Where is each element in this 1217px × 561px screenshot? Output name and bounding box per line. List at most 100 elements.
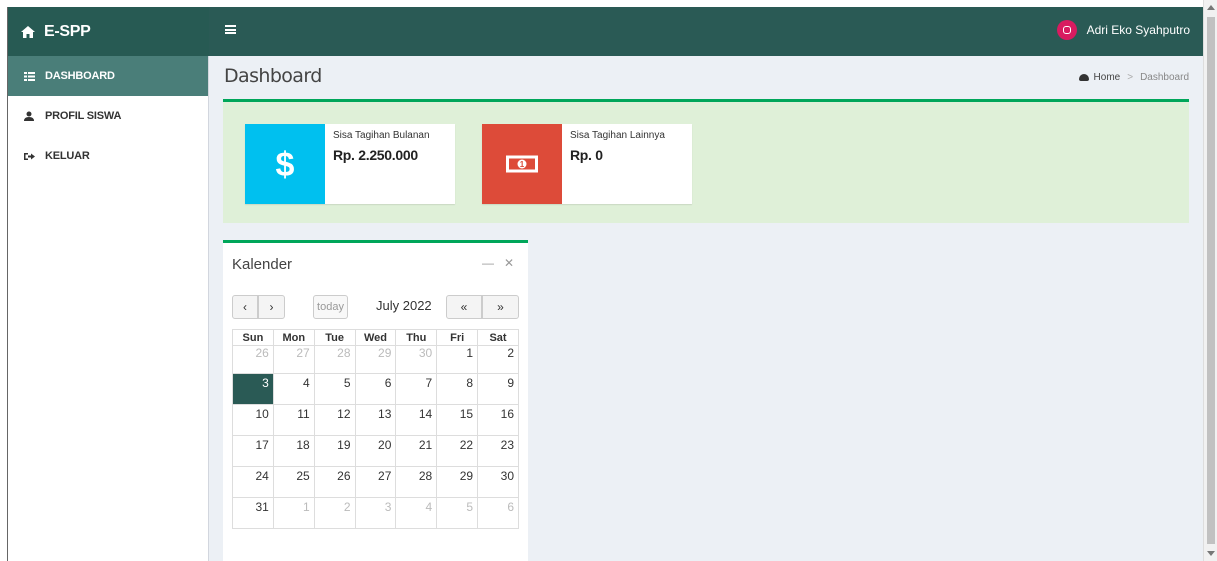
scroll-down-icon[interactable]: [1207, 551, 1215, 556]
calendar-day[interactable]: 8: [436, 373, 479, 405]
app-logo[interactable]: E-SPP: [8, 7, 209, 56]
next-month-button[interactable]: ›: [258, 295, 285, 319]
calendar-day[interactable]: 29: [436, 466, 479, 498]
info-box-other: 1 Sisa Tagihan Lainnya Rp. 0: [482, 124, 692, 204]
calendar-day[interactable]: 2: [313, 497, 356, 529]
today-button[interactable]: today: [313, 295, 348, 319]
home-icon: [21, 25, 35, 38]
calendar-day[interactable]: 17: [232, 435, 274, 467]
calendar-day[interactable]: 22: [436, 435, 479, 467]
calendar-day[interactable]: 13: [354, 404, 397, 436]
breadcrumb: Home > Dashboard: [1078, 72, 1189, 83]
calendar-day[interactable]: 20: [354, 435, 397, 467]
breadcrumb-current: Dashboard: [1140, 72, 1189, 83]
calendar-day[interactable]: 1: [272, 497, 315, 529]
calendar-month: July 2022: [376, 298, 432, 313]
sidebar-item-profil-siswa[interactable]: PROFIL SISWA: [8, 96, 208, 136]
weekday-label: Sat: [477, 329, 519, 346]
calendar-title: Kalender: [232, 256, 293, 273]
calendar-day[interactable]: 25: [272, 466, 315, 498]
calendar-day[interactable]: 11: [272, 404, 315, 436]
weekday-label: Fri: [436, 329, 479, 346]
calendar-day[interactable]: 10: [232, 404, 274, 436]
weekday-label: Wed: [354, 329, 397, 346]
calendar-day[interactable]: 1: [436, 345, 479, 374]
calendar-toolbar: ‹ › today July 2022 « »: [232, 295, 519, 319]
summary-panel: $ Sisa Tagihan Bulanan Rp. 2.250.000 1 S…: [223, 99, 1189, 223]
calendar-day[interactable]: 29: [354, 345, 397, 374]
weekday-label: Tue: [313, 329, 356, 346]
calendar-day[interactable]: 3: [232, 373, 274, 405]
avatar: [1056, 20, 1077, 40]
calendar-day[interactable]: 30: [477, 466, 519, 498]
grid-icon: [23, 71, 35, 81]
calendar-day[interactable]: 31: [232, 497, 274, 529]
page-scrollbar[interactable]: [1203, 0, 1217, 561]
calendar-day[interactable]: 28: [313, 345, 356, 374]
calendar-day[interactable]: 26: [313, 466, 356, 498]
user-name: Adri Eko Syahputro: [1086, 23, 1190, 37]
sidebar-item-keluar[interactable]: KELUAR: [8, 136, 208, 176]
calendar-week: 10 11 12 13 14 15 16: [232, 404, 519, 436]
breadcrumb-home[interactable]: Home: [1094, 72, 1121, 83]
calendar-day[interactable]: 3: [354, 497, 397, 529]
calendar-day[interactable]: 14: [395, 404, 438, 436]
calendar-day[interactable]: 16: [477, 404, 519, 436]
calendar-day[interactable]: 27: [354, 466, 397, 498]
weekday-label: Sun: [232, 329, 274, 346]
sidebar-item-label: KELUAR: [45, 150, 90, 162]
calendar-day[interactable]: 30: [395, 345, 438, 374]
calendar-day[interactable]: 23: [477, 435, 519, 467]
calendar-grid: Sun Mon Tue Wed Thu Fri Sat 26 27 28 29 30 1 2 3 4 5 6 7 8…: [232, 329, 519, 529]
calendar-day[interactable]: 9: [477, 373, 519, 405]
sidebar: DASHBOARD PROFIL SISWA KELUAR: [8, 56, 209, 561]
weekday-label: Thu: [395, 329, 438, 346]
info-box-value: Rp. 0: [570, 147, 603, 163]
calendar-day[interactable]: 15: [436, 404, 479, 436]
app-frame: E-SPP Adri Eko Syahputro DASHBOARD PROFI…: [7, 7, 1203, 561]
calendar-day[interactable]: 24: [232, 466, 274, 498]
calendar-day[interactable]: 21: [395, 435, 438, 467]
close-icon[interactable]: ✕: [504, 256, 514, 270]
info-box-value: Rp. 2.250.000: [333, 147, 418, 163]
box-tools: — ✕: [482, 256, 514, 270]
info-box-label: Sisa Tagihan Lainnya: [570, 130, 665, 141]
sidebar-item-dashboard[interactable]: DASHBOARD: [8, 56, 208, 96]
calendar-day[interactable]: 6: [477, 497, 519, 529]
sidebar-item-label: DASHBOARD: [45, 70, 115, 82]
calendar-day[interactable]: 7: [395, 373, 438, 405]
calendar-day[interactable]: 18: [272, 435, 315, 467]
calendar-week: 17 18 19 20 21 22 23: [232, 435, 519, 467]
calendar-day[interactable]: 28: [395, 466, 438, 498]
top-navbar: E-SPP Adri Eko Syahputro: [8, 7, 1203, 56]
next-year-button[interactable]: »: [482, 295, 519, 319]
calendar-day[interactable]: 4: [272, 373, 315, 405]
calendar-day[interactable]: 12: [313, 404, 356, 436]
sidebar-item-label: PROFIL SISWA: [45, 110, 122, 122]
calendar-week: 26 27 28 29 30 1 2: [232, 345, 519, 374]
minimize-icon[interactable]: —: [482, 256, 494, 270]
money-icon: 1: [482, 124, 562, 204]
scroll-up-icon[interactable]: [1207, 5, 1215, 10]
page-title: Dashboard: [224, 65, 322, 87]
calendar-day[interactable]: 2: [477, 345, 519, 374]
calendar-day[interactable]: 4: [395, 497, 438, 529]
calendar-day[interactable]: 5: [436, 497, 479, 529]
user-icon: [23, 111, 35, 121]
calendar-day[interactable]: 5: [313, 373, 356, 405]
app-title: E-SPP: [44, 22, 91, 40]
dashboard-icon: [1078, 74, 1089, 81]
scroll-thumb[interactable]: [1207, 17, 1215, 544]
svg-text:1: 1: [520, 160, 525, 169]
calendar-day[interactable]: 19: [313, 435, 356, 467]
weekday-label: Mon: [272, 329, 315, 346]
calendar-week: 24 25 26 27 28 29 30: [232, 466, 519, 498]
calendar-week: 3456789: [232, 373, 519, 405]
calendar-day[interactable]: 6: [354, 373, 397, 405]
calendar-day[interactable]: 26: [232, 345, 274, 374]
prev-month-button[interactable]: ‹: [232, 295, 258, 319]
prev-year-button[interactable]: «: [446, 295, 482, 319]
user-menu[interactable]: Adri Eko Syahputro: [1056, 20, 1190, 40]
menu-toggle-icon[interactable]: [225, 25, 236, 34]
calendar-day[interactable]: 27: [272, 345, 315, 374]
